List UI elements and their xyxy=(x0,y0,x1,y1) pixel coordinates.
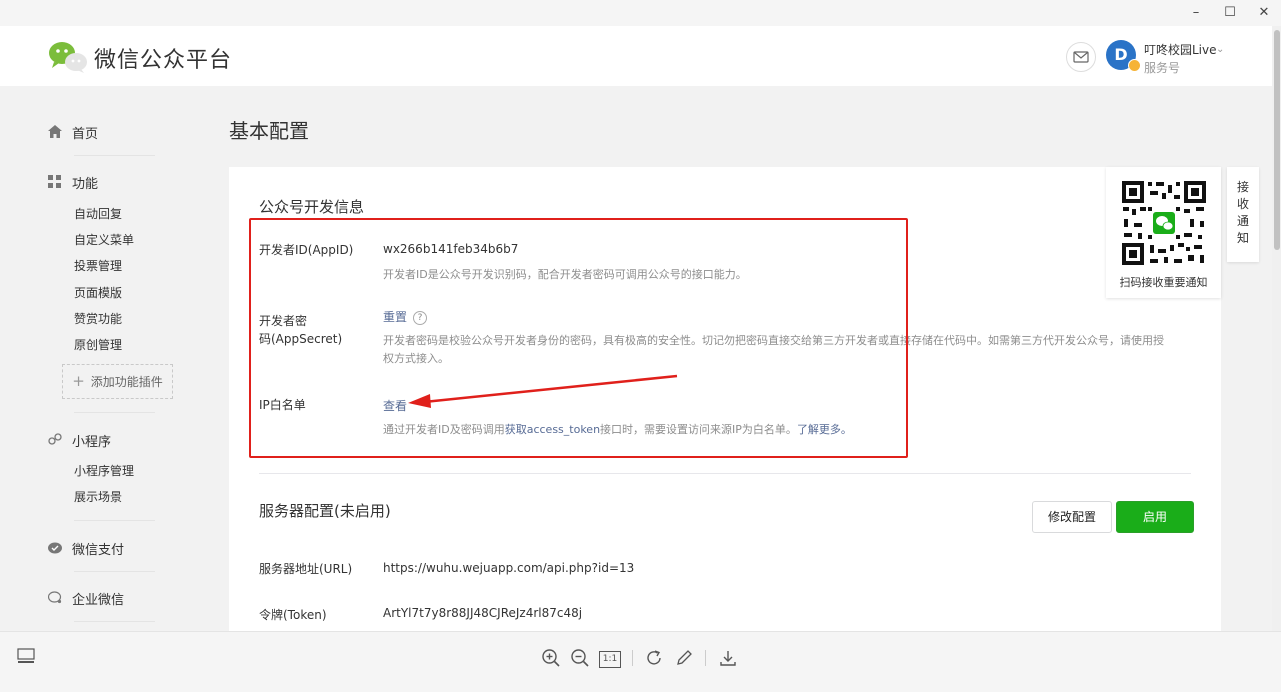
rotate-icon xyxy=(647,650,661,665)
sidebar-item-custom-menu[interactable]: 自定义菜单 xyxy=(74,231,134,248)
add-plugin-label: 添加功能插件 xyxy=(90,375,163,389)
sidebar-item-function[interactable]: 功能 xyxy=(48,173,98,192)
minimize-button[interactable]: – xyxy=(1187,4,1205,22)
sidebar-item-home[interactable]: 首页 xyxy=(48,123,98,142)
plus-icon: + xyxy=(72,372,85,390)
toolbar-separator xyxy=(705,650,706,666)
server-url-value: https://wuhu.wejuapp.com/api.php?id=13 xyxy=(383,561,635,575)
sidebar-item-work-wechat[interactable]: 企业微信 xyxy=(47,589,125,608)
server-config-title: 服务器配置(未启用) xyxy=(259,502,391,520)
edit-button[interactable] xyxy=(673,648,695,670)
actual-size-icon: 1:1 xyxy=(599,651,621,668)
account-type: 服务号 xyxy=(1144,61,1181,75)
zoom-out-button[interactable] xyxy=(569,648,591,670)
verified-badge-icon xyxy=(1128,59,1141,72)
annotation-arrow-icon xyxy=(408,374,678,408)
window-title-bar xyxy=(0,0,1281,26)
pencil-icon xyxy=(677,650,692,665)
scrollbar-thumb[interactable] xyxy=(1274,30,1280,250)
sidebar-label-work: 企业微信 xyxy=(72,593,125,608)
miniprogram-icon xyxy=(48,432,64,450)
actual-size-button[interactable]: 1:1 xyxy=(599,648,621,670)
rotate-button[interactable] xyxy=(643,648,665,670)
message-button[interactable] xyxy=(1066,42,1096,72)
zoom-out-icon xyxy=(571,649,589,667)
zoom-in-icon xyxy=(542,649,560,667)
sidebar-item-original[interactable]: 原创管理 xyxy=(74,336,122,353)
dev-info-title: 公众号开发信息 xyxy=(259,198,365,216)
panel-toggle-button[interactable] xyxy=(15,648,37,670)
receive-notify-label: 接收通知 xyxy=(1237,180,1250,245)
platform-logo-text[interactable]: 微信公众平台 xyxy=(94,42,232,74)
maximize-button[interactable]: ☐ xyxy=(1221,4,1239,22)
sidebar-item-page-template[interactable]: 页面模版 xyxy=(74,284,122,301)
sidebar-item-reward[interactable]: 赞赏功能 xyxy=(74,310,122,327)
work-wechat-icon xyxy=(47,591,64,608)
sidebar-item-auto-reply[interactable]: 自动回复 xyxy=(74,205,122,222)
sidebar-item-display-scene[interactable]: 展示场景 xyxy=(74,488,122,505)
sidebar-label-pay: 微信支付 xyxy=(72,543,125,558)
download-button[interactable] xyxy=(717,648,739,670)
grid-icon xyxy=(48,175,64,192)
receive-notify-tab[interactable]: 接收通知 xyxy=(1227,167,1259,262)
sidebar-item-miniprogram-manage[interactable]: 小程序管理 xyxy=(74,462,134,479)
modify-config-button[interactable]: 修改配置 xyxy=(1032,501,1112,533)
sidebar-label-function: 功能 xyxy=(72,177,99,192)
enable-button[interactable]: 启用 xyxy=(1116,501,1194,533)
sidebar-divider xyxy=(74,621,155,622)
viewer-toolbar xyxy=(0,631,1281,692)
sidebar-label-miniprogram: 小程序 xyxy=(72,435,112,450)
page-title: 基本配置 xyxy=(229,119,309,143)
zoom-in-button[interactable] xyxy=(540,648,562,670)
sidebar-item-miniprogram[interactable]: 小程序 xyxy=(48,431,111,450)
download-icon xyxy=(720,651,736,666)
sidebar-item-vote[interactable]: 投票管理 xyxy=(74,257,122,274)
home-icon xyxy=(48,125,64,142)
section-divider xyxy=(259,473,1191,474)
sidebar-divider xyxy=(74,412,155,413)
add-plugin-button[interactable]: + 添加功能插件 xyxy=(62,364,173,399)
sidebar-label-home: 首页 xyxy=(72,127,99,142)
toolbar-separator xyxy=(632,650,633,666)
sidebar-divider xyxy=(74,520,155,521)
sidebar-item-wechat-pay[interactable]: 微信支付 xyxy=(48,539,124,558)
qr-code-icon xyxy=(1120,179,1208,267)
account-name[interactable]: 叮咚校园Live xyxy=(1144,41,1217,58)
qr-caption: 扫码接收重要通知 xyxy=(1119,276,1208,289)
annotation-highlight-box xyxy=(249,218,908,458)
panel-icon xyxy=(17,648,35,663)
token-label: 令牌(Token) xyxy=(259,608,327,622)
wechat-logo-icon xyxy=(49,42,87,73)
pay-icon xyxy=(48,542,64,558)
server-url-label: 服务器地址(URL) xyxy=(259,562,353,576)
sidebar-divider xyxy=(74,155,155,156)
close-button[interactable]: ✕ xyxy=(1255,4,1273,22)
token-value: ArtYl7t7y8r88JJ48CJReJz4rl87c48j xyxy=(383,606,583,620)
mail-icon xyxy=(1073,51,1089,63)
sidebar-divider xyxy=(74,571,155,572)
chevron-down-icon[interactable]: ⌄ xyxy=(1216,44,1224,55)
